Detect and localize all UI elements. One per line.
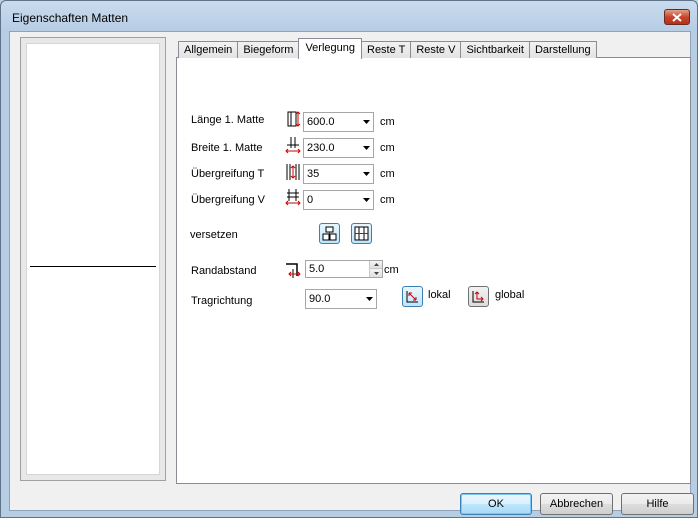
breite-label: Breite 1. Matte xyxy=(191,142,263,154)
spin-up-icon[interactable] xyxy=(370,261,382,269)
close-icon xyxy=(672,12,682,22)
tab-sichtbarkeit[interactable]: Sichtbarkeit xyxy=(460,41,530,58)
preview-mat-line xyxy=(30,266,156,267)
randabstand-unit: cm xyxy=(384,264,399,276)
uebergreifung-v-unit: cm xyxy=(380,194,395,206)
chevron-down-icon[interactable] xyxy=(359,165,373,183)
preview-canvas xyxy=(26,43,160,475)
local-direction-icon xyxy=(406,291,418,303)
tragrichtung-global-button[interactable] xyxy=(468,286,489,307)
help-button[interactable]: Hilfe xyxy=(621,493,694,515)
laenge-combo[interactable]: 600.0 xyxy=(303,112,374,132)
uebergreifung-t-value: 35 xyxy=(307,168,320,180)
uebergreifung-t-label: Übergreifung T xyxy=(191,168,265,180)
versetzen-staggered-button[interactable] xyxy=(319,223,340,244)
breite-value: 230.0 xyxy=(307,142,335,154)
uebergreifung-t-combo[interactable]: 35 xyxy=(303,164,374,184)
laenge-label: Länge 1. Matte xyxy=(191,114,265,126)
dialog-window: Eigenschaften Matten Länge 1. Matte 600.… xyxy=(0,0,698,518)
grid-layout-icon xyxy=(354,226,369,241)
preview-panel xyxy=(20,37,166,481)
versetzen-label: versetzen xyxy=(190,229,238,241)
spin-down-icon[interactable] xyxy=(370,269,382,277)
tragrichtung-label: Tragrichtung xyxy=(191,295,253,307)
close-button[interactable] xyxy=(664,9,690,25)
cancel-button[interactable]: Abbrechen xyxy=(540,493,613,515)
uebergreifung-v-combo[interactable]: 0 xyxy=(303,190,374,210)
mat-length-icon xyxy=(287,111,301,127)
title-bar[interactable]: Eigenschaften Matten xyxy=(1,1,697,31)
tab-darstellung[interactable]: Darstellung xyxy=(528,41,597,58)
tragrichtung-lokal-button[interactable] xyxy=(402,286,423,307)
uebergreifung-v-value: 0 xyxy=(307,194,314,206)
chevron-down-icon[interactable] xyxy=(359,139,373,157)
tab-reste-v[interactable]: Reste V xyxy=(410,41,462,58)
tragrichtung-lokal-label: lokal xyxy=(428,289,451,301)
mat-width-icon xyxy=(285,137,301,154)
tragrichtung-combo[interactable]: 90.0 xyxy=(305,289,377,309)
tab-strip: Allgemein Biegeform Verlegung Reste T Re… xyxy=(178,38,597,59)
laenge-unit: cm xyxy=(380,116,395,128)
chevron-down-icon[interactable] xyxy=(359,113,373,131)
tab-reste-t[interactable]: Reste T xyxy=(361,41,412,58)
overlap-v-icon xyxy=(285,189,301,206)
tab-verlegung[interactable]: Verlegung xyxy=(298,38,362,59)
uebergreifung-t-unit: cm xyxy=(380,168,395,180)
versetzen-grid-button[interactable] xyxy=(351,223,372,244)
tragrichtung-global-label: global xyxy=(495,289,525,301)
breite-unit: cm xyxy=(380,142,395,154)
uebergreifung-v-label: Übergreifung V xyxy=(191,194,265,206)
global-direction-icon xyxy=(472,291,484,303)
breite-combo[interactable]: 230.0 xyxy=(303,138,374,158)
randabstand-spinbox[interactable]: 5.0 xyxy=(305,260,383,278)
tab-biegeform[interactable]: Biegeform xyxy=(237,41,300,58)
window-title: Eigenschaften Matten xyxy=(12,11,129,25)
tab-panel-verlegung: Länge 1. Matte 600.0 cm Breite 1. Matte xyxy=(176,57,691,484)
randabstand-value: 5.0 xyxy=(309,263,325,275)
laenge-value: 600.0 xyxy=(307,116,335,128)
ok-button[interactable]: OK xyxy=(460,493,532,515)
chevron-down-icon[interactable] xyxy=(359,191,373,209)
dialog-client-area: Länge 1. Matte 600.0 cm Breite 1. Matte xyxy=(9,31,694,515)
randabstand-spin-buttons xyxy=(369,261,382,277)
randabstand-label: Randabstand xyxy=(191,265,257,277)
tab-allgemein[interactable]: Allgemein xyxy=(178,41,239,58)
overlap-t-icon xyxy=(286,164,300,180)
chevron-down-icon[interactable] xyxy=(362,290,376,308)
staggered-layout-icon xyxy=(322,226,337,241)
edge-distance-icon xyxy=(286,263,301,278)
tragrichtung-value: 90.0 xyxy=(309,293,331,305)
